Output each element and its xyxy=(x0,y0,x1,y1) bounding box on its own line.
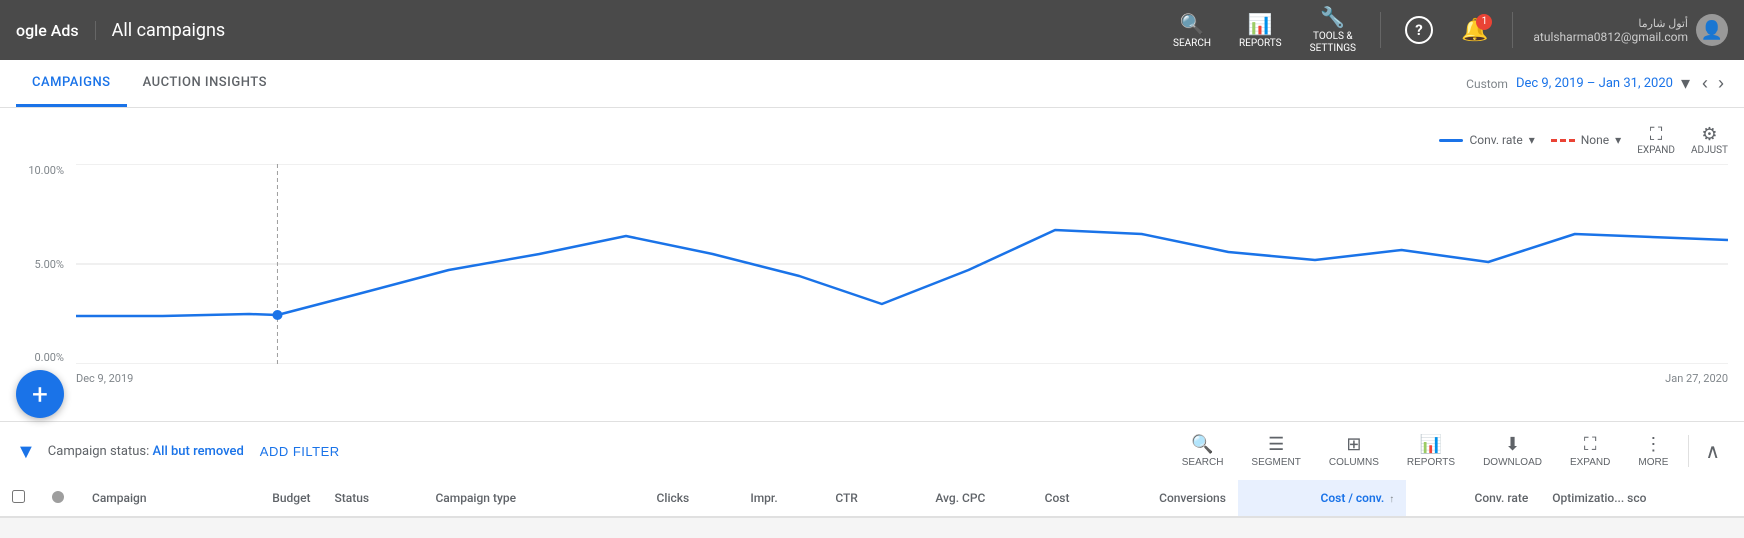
legend-red-dashed xyxy=(1551,139,1575,142)
date-range-value: Dec 9, 2019 – Jan 31, 2020 xyxy=(1516,76,1673,91)
filter-bar: ▼ Campaign status: All but removed ADD F… xyxy=(0,421,1744,480)
search-nav-button[interactable]: 🔍 SEARCH xyxy=(1161,6,1223,55)
chart-container: Conv. rate ▾ None ▾ ⛶ EXPAND ⚙ ADJUST 10… xyxy=(0,108,1744,421)
notification-badge: 1 xyxy=(1476,14,1492,30)
chart-svg xyxy=(76,164,1728,364)
tabs-bar: CAMPAIGNS AUCTION INSIGHTS Custom Dec 9,… xyxy=(0,60,1744,108)
columns-button[interactable]: ⊞ COLUMNS xyxy=(1317,430,1391,472)
prev-date-button[interactable]: ‹ xyxy=(1698,71,1712,96)
columns-icon: ⊞ xyxy=(1346,434,1361,455)
legend-secondary-dropdown[interactable]: ▾ xyxy=(1615,133,1621,147)
expand-table-button[interactable]: ⛶ EXPAND xyxy=(1558,430,1622,472)
th-status[interactable]: Status xyxy=(323,480,424,517)
user-info[interactable]: أتول شارما atulsharma0812@gmail.com 👤 xyxy=(1533,14,1728,46)
chart-legend: Conv. rate ▾ None ▾ ⛶ EXPAND ⚙ ADJUST xyxy=(16,124,1728,156)
nav-divider-2 xyxy=(1512,12,1513,48)
reports-icon: 📊 xyxy=(1248,12,1273,36)
select-all-checkbox[interactable] xyxy=(12,490,25,503)
fab-add-button[interactable]: + xyxy=(16,370,64,418)
user-email: atulsharma0812@gmail.com xyxy=(1533,30,1688,44)
y-label-0: 0.00% xyxy=(34,351,64,364)
legend-conv-rate[interactable]: Conv. rate ▾ xyxy=(1439,133,1534,147)
adjust-icon: ⚙ xyxy=(1701,124,1717,145)
th-impr[interactable]: Impr. xyxy=(701,480,789,517)
legend-primary-dropdown[interactable]: ▾ xyxy=(1529,133,1535,147)
adjust-chart-button[interactable]: ⚙ ADJUST xyxy=(1691,124,1728,156)
expand-icon: ⛶ xyxy=(1584,434,1597,455)
more-button[interactable]: ⋮ MORE xyxy=(1626,430,1680,472)
filter-value: All but removed xyxy=(153,444,244,459)
segment-button[interactable]: ☰ SEGMENT xyxy=(1239,430,1312,472)
expand-chart-button[interactable]: ⛶ EXPAND xyxy=(1637,124,1675,156)
filter-actions: 🔍 SEARCH ☰ SEGMENT ⊞ COLUMNS 📊 REPORTS ⬇… xyxy=(1170,430,1728,472)
date-range-label: Custom xyxy=(1466,77,1508,91)
page-title: All campaigns xyxy=(112,20,1161,41)
filter-text: Campaign status: All but removed xyxy=(48,444,244,459)
th-ctr[interactable]: CTR xyxy=(790,480,870,517)
th-cost-conv[interactable]: Cost / conv. ↑ xyxy=(1238,480,1406,517)
search-filter-button[interactable]: 🔍 SEARCH xyxy=(1170,430,1236,472)
help-button[interactable]: ? xyxy=(1393,10,1445,50)
nav-icons-group: 🔍 SEARCH 📊 REPORTS 🔧 TOOLS & SETTINGS ? … xyxy=(1161,0,1728,61)
campaigns-table: Campaign Budget Status Campaign type Cli… xyxy=(0,480,1744,518)
sort-asc-icon: ↑ xyxy=(1389,494,1394,505)
th-conv-rate[interactable]: Conv. rate xyxy=(1406,480,1540,517)
tab-campaigns[interactable]: CAMPAIGNS xyxy=(16,60,127,107)
table-header: Campaign Budget Status Campaign type Cli… xyxy=(0,480,1744,517)
y-label-5: 5.00% xyxy=(34,258,64,271)
reports-filter-button[interactable]: 📊 REPORTS xyxy=(1395,430,1467,472)
filter-divider xyxy=(1688,435,1689,467)
th-clicks[interactable]: Clicks xyxy=(604,480,702,517)
segment-icon: ☰ xyxy=(1268,434,1284,455)
notifications-button[interactable]: 🔔 1 xyxy=(1449,12,1500,49)
y-label-10: 10.00% xyxy=(28,164,64,177)
legend-blue-line xyxy=(1439,139,1463,142)
next-date-button[interactable]: › xyxy=(1714,71,1728,96)
app-logo: ogle Ads xyxy=(16,21,96,40)
chart-area: 10.00% 5.00% 0.00% Dec 9, 2019 Jan 2 xyxy=(16,164,1728,413)
date-range-nav: ‹ › xyxy=(1698,71,1728,96)
user-name-display: أتول شارما xyxy=(1638,17,1688,30)
download-icon: ⬇ xyxy=(1505,434,1520,455)
campaigns-table-container: Campaign Budget Status Campaign type Cli… xyxy=(0,480,1744,518)
th-avg-cpc[interactable]: Avg. CPC xyxy=(870,480,998,517)
more-icon: ⋮ xyxy=(1644,434,1662,455)
tools-settings-nav-button[interactable]: 🔧 TOOLS & SETTINGS xyxy=(1298,0,1368,61)
filter-icon: ▼ xyxy=(16,439,36,464)
th-optimization-score[interactable]: Optimizatio... sco xyxy=(1540,480,1744,517)
status-dot-icon xyxy=(52,491,64,503)
chevron-up-icon: ∧ xyxy=(1705,441,1720,463)
nav-divider xyxy=(1380,12,1381,48)
x-axis-labels: Dec 9, 2019 Jan 27, 2020 xyxy=(76,368,1728,385)
th-conversions[interactable]: Conversions xyxy=(1081,480,1237,517)
tab-auction-insights[interactable]: AUCTION INSIGHTS xyxy=(127,60,283,107)
help-icon: ? xyxy=(1405,16,1433,44)
legend-none[interactable]: None ▾ xyxy=(1551,133,1621,147)
y-axis-labels: 10.00% 5.00% 0.00% xyxy=(16,164,72,364)
add-filter-button[interactable]: ADD FILTER xyxy=(260,444,340,459)
download-button[interactable]: ⬇ DOWNLOAD xyxy=(1471,430,1554,472)
expand-icon: ⛶ xyxy=(1650,124,1663,145)
x-label-end: Jan 27, 2020 xyxy=(1665,372,1728,385)
th-checkbox[interactable] xyxy=(0,480,40,517)
th-cost[interactable]: Cost xyxy=(997,480,1081,517)
collapse-button[interactable]: ∧ xyxy=(1697,435,1728,468)
reports-nav-button[interactable]: 📊 REPORTS xyxy=(1227,6,1294,55)
th-budget[interactable]: Budget xyxy=(215,480,322,517)
search-icon: 🔍 xyxy=(1180,12,1205,36)
add-campaign-icon[interactable]: + xyxy=(16,370,64,418)
bar-chart-icon: 📊 xyxy=(1420,434,1442,455)
chevron-down-icon: ▾ xyxy=(1681,73,1690,94)
th-campaign-type[interactable]: Campaign type xyxy=(423,480,603,517)
top-navigation: ogle Ads All campaigns 🔍 SEARCH 📊 REPORT… xyxy=(0,0,1744,60)
avatar: 👤 xyxy=(1696,14,1728,46)
date-range-selector[interactable]: Custom Dec 9, 2019 – Jan 31, 2020 ▾ ‹ › xyxy=(1466,71,1728,96)
th-campaign[interactable]: Campaign xyxy=(80,480,215,517)
x-label-start: Dec 9, 2019 xyxy=(76,372,133,385)
search-icon: 🔍 xyxy=(1191,434,1213,455)
tools-icon: 🔧 xyxy=(1320,5,1345,29)
th-status-dot xyxy=(40,480,80,517)
chart-data-point xyxy=(272,310,282,320)
